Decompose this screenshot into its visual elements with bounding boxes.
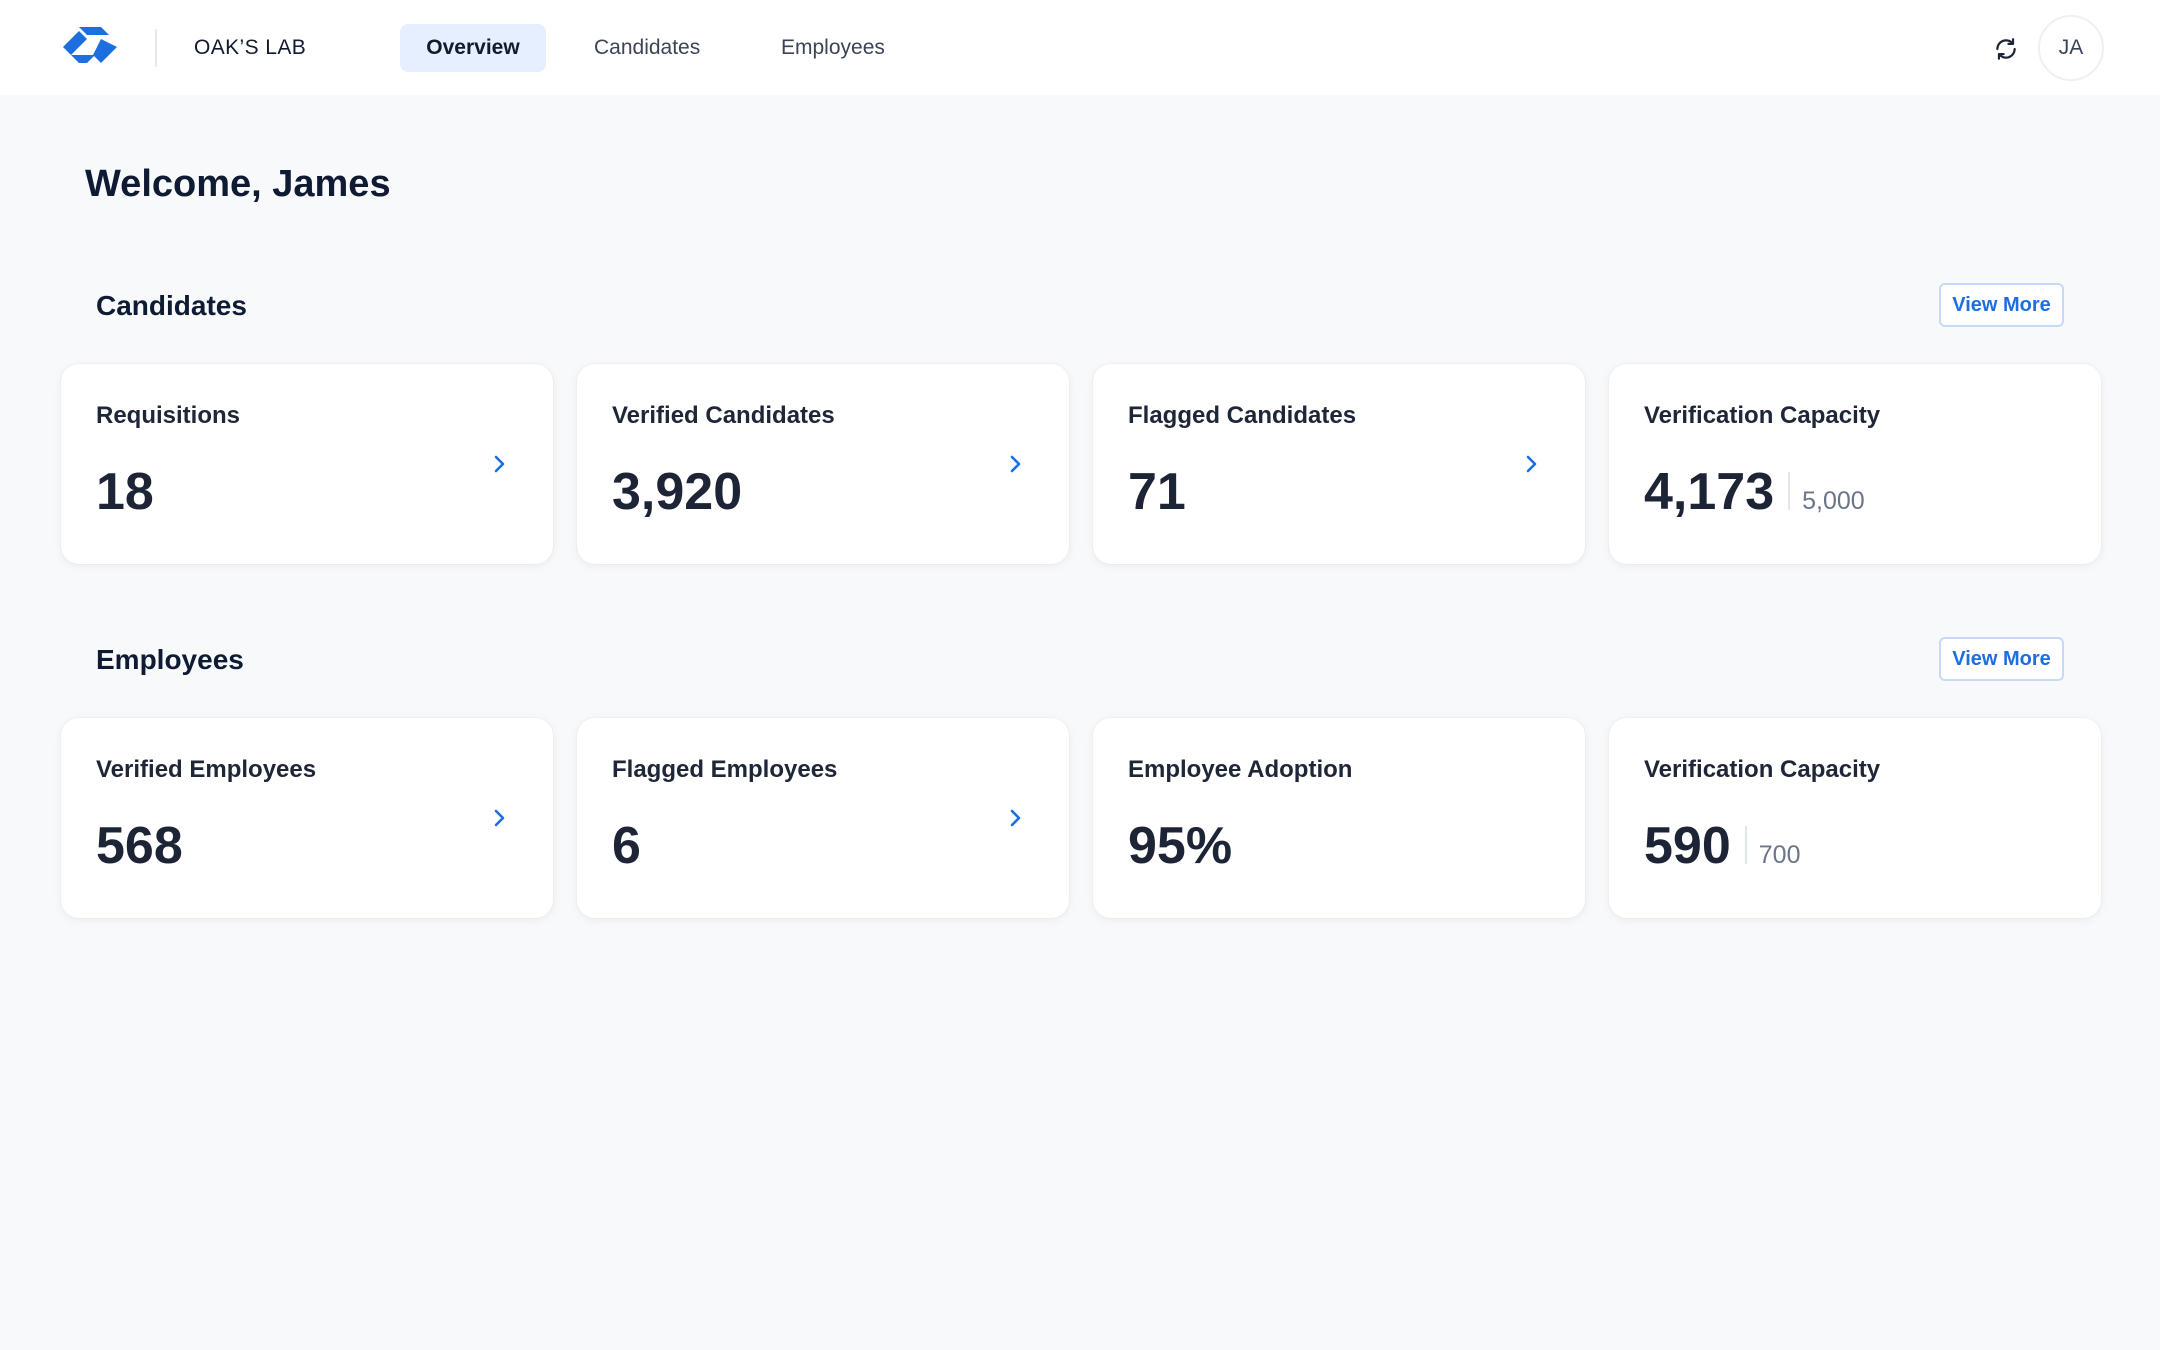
chevron-right-icon[interactable] [1003,806,1027,830]
card-label: Requisitions [96,402,241,429]
capacity-divider [1788,472,1791,510]
card-value: 71 [1128,463,1186,521]
tab-overview[interactable]: Overview [400,24,546,72]
chevron-right-icon[interactable] [487,452,511,476]
refresh-button[interactable] [1988,31,2024,67]
capacity-used-value: 590 [1644,817,1731,875]
card-label: Employee Adoption [1128,756,1353,783]
capacity-values: 4,173 5,000 [1644,462,1865,522]
candidates-section-title: Candidates [96,290,247,321]
tab-candidates[interactable]: Candidates [570,24,724,72]
capacity-total-value: 5,000 [1802,487,1865,515]
requisitions-card[interactable]: Requisitions 18 [61,364,553,564]
card-value: 3,920 [612,463,743,521]
verified-employees-card[interactable]: Verified Employees 568 [61,718,553,918]
page-title: Welcome, James [85,163,391,205]
card-label: Verification Capacity [1644,756,1881,783]
employees-section-title: Employees [96,644,244,675]
organization-name: OAK’S LAB [194,36,307,59]
card-label: Flagged Employees [612,756,838,783]
capacity-used-value: 4,173 [1644,463,1775,521]
flagged-candidates-card[interactable]: Flagged Candidates 71 [1093,364,1585,564]
chevron-right-icon[interactable] [1519,452,1543,476]
candidate-verification-capacity-card: Verification Capacity 4,173 5,000 [1609,364,2101,564]
capacity-divider [1744,826,1747,864]
employee-verification-capacity-card: Verification Capacity 590 700 [1609,718,2101,918]
verified-candidates-card[interactable]: Verified Candidates 3,920 [577,364,1069,564]
card-label: Verification Capacity [1644,402,1881,429]
card-value: 6 [612,817,641,875]
company-logo-icon[interactable] [61,25,119,69]
chevron-right-icon[interactable] [487,806,511,830]
top-navigation-bar: OAK’S LAB Overview Candidates Employees … [0,0,2160,95]
logo-divider [155,29,157,67]
capacity-values: 590 700 [1644,816,1800,876]
card-label: Verified Candidates [612,402,835,429]
card-value: 18 [96,463,154,521]
flagged-employees-card[interactable]: Flagged Employees 6 [577,718,1069,918]
refresh-icon [1996,38,2016,60]
employees-view-more-button[interactable]: View More [1939,637,2064,681]
card-label: Flagged Candidates [1128,402,1357,429]
candidates-view-more-button[interactable]: View More [1939,283,2064,327]
employee-adoption-card: Employee Adoption 95% [1093,718,1585,918]
card-value: 568 [96,817,183,875]
tab-employees[interactable]: Employees [757,24,909,72]
card-label: Verified Employees [96,756,317,783]
capacity-total-value: 700 [1758,841,1801,869]
chevron-right-icon[interactable] [1003,452,1027,476]
card-value: 95% [1128,817,1233,875]
user-avatar[interactable]: JA [2038,15,2104,81]
